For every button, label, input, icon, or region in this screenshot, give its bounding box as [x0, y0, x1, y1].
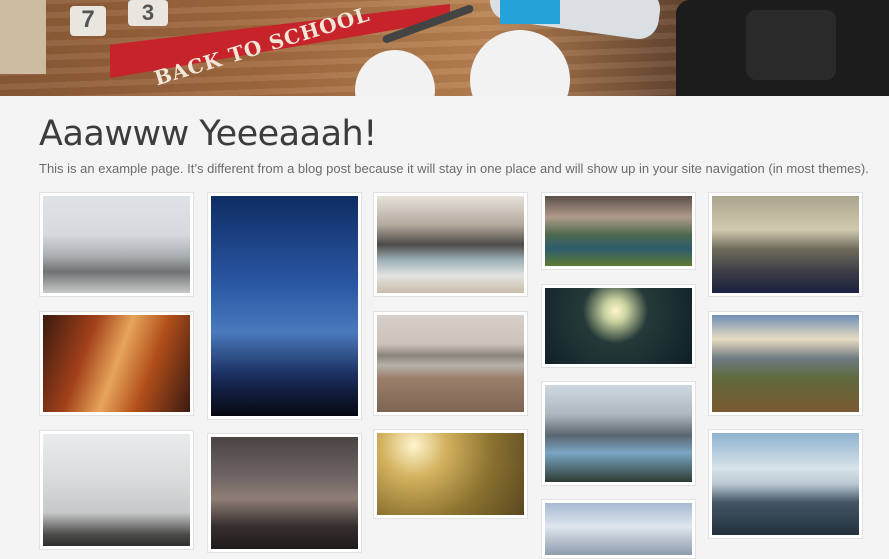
- foggy-rock-image: [43, 434, 190, 546]
- mountain-lake-image: [545, 385, 692, 482]
- header-banner-image: 7 3 BACK TO SCHOOL: [0, 0, 889, 96]
- gallery-thumbnail[interactable]: [541, 284, 696, 368]
- gallery-thumbnail[interactable]: [708, 192, 863, 297]
- sunlit-forest-road-image: [545, 288, 692, 364]
- gallery-thumbnail[interactable]: [207, 192, 362, 420]
- misty-mountain-peak-image: [712, 196, 859, 293]
- gallery-thumbnail[interactable]: [373, 429, 528, 519]
- misty-bridge-statues-image: [211, 437, 358, 549]
- gallery-thumbnail[interactable]: [541, 192, 696, 270]
- camera-lens: [746, 10, 836, 80]
- lake-and-grass-image: [377, 315, 524, 412]
- number-tile: 3: [128, 0, 168, 26]
- page-title: Aaawww Yeeeaaah!: [39, 114, 377, 154]
- gallery-thumbnail[interactable]: [541, 381, 696, 486]
- camera-prop: [676, 0, 889, 96]
- gallery-thumbnail[interactable]: [708, 311, 863, 416]
- gallery-thumbnail[interactable]: [39, 430, 194, 550]
- ticket-prop: [0, 0, 46, 74]
- gallery-thumbnail[interactable]: [708, 429, 863, 539]
- gallery-thumbnail[interactable]: [541, 499, 696, 559]
- rocky-shore-waves-image: [377, 196, 524, 293]
- antelope-canyon-image: [43, 315, 190, 412]
- number-tile: 7: [70, 6, 106, 36]
- gallery-thumbnail[interactable]: [373, 311, 528, 416]
- milky-way-night-sky-image: [211, 196, 358, 416]
- snowy-peaks-image: [545, 503, 692, 555]
- mountain-ridge-clouds-image: [712, 315, 859, 412]
- sunny-meadow-tree-image: [377, 433, 524, 515]
- page-description: This is an example page. It’s different …: [39, 161, 869, 176]
- snowy-mountain-birds-image: [43, 196, 190, 293]
- coastal-mountains-sky-image: [712, 433, 859, 535]
- green-valley-river-image: [545, 196, 692, 266]
- gallery-thumbnail[interactable]: [39, 192, 194, 297]
- gallery-thumbnail[interactable]: [207, 433, 362, 553]
- gallery-thumbnail[interactable]: [373, 192, 528, 297]
- cloth-blue-prop: [500, 0, 560, 24]
- gallery-thumbnail[interactable]: [39, 311, 194, 416]
